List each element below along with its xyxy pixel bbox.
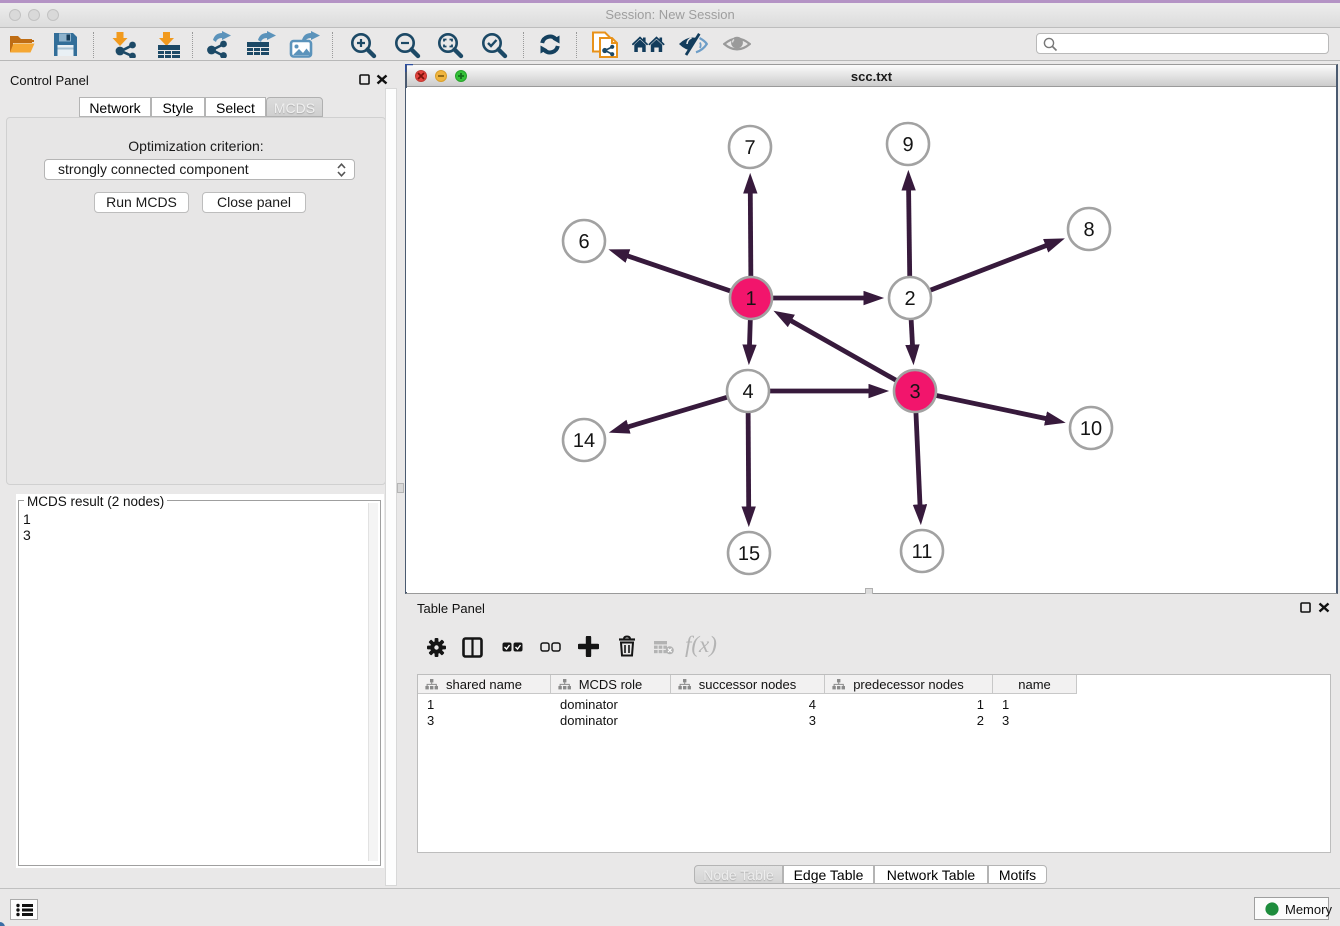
- svg-text:14: 14: [573, 430, 595, 452]
- svg-text:9: 9: [902, 134, 913, 156]
- svg-text:3: 3: [909, 381, 920, 403]
- svg-text:6: 6: [578, 231, 589, 253]
- svg-text:7: 7: [744, 137, 755, 159]
- svg-text:11: 11: [912, 541, 933, 563]
- svg-text:1: 1: [745, 288, 756, 310]
- svg-text:8: 8: [1083, 219, 1094, 241]
- svg-text:10: 10: [1080, 418, 1102, 440]
- svg-text:15: 15: [738, 543, 760, 565]
- svg-text:4: 4: [742, 381, 753, 403]
- svg-text:2: 2: [904, 288, 915, 310]
